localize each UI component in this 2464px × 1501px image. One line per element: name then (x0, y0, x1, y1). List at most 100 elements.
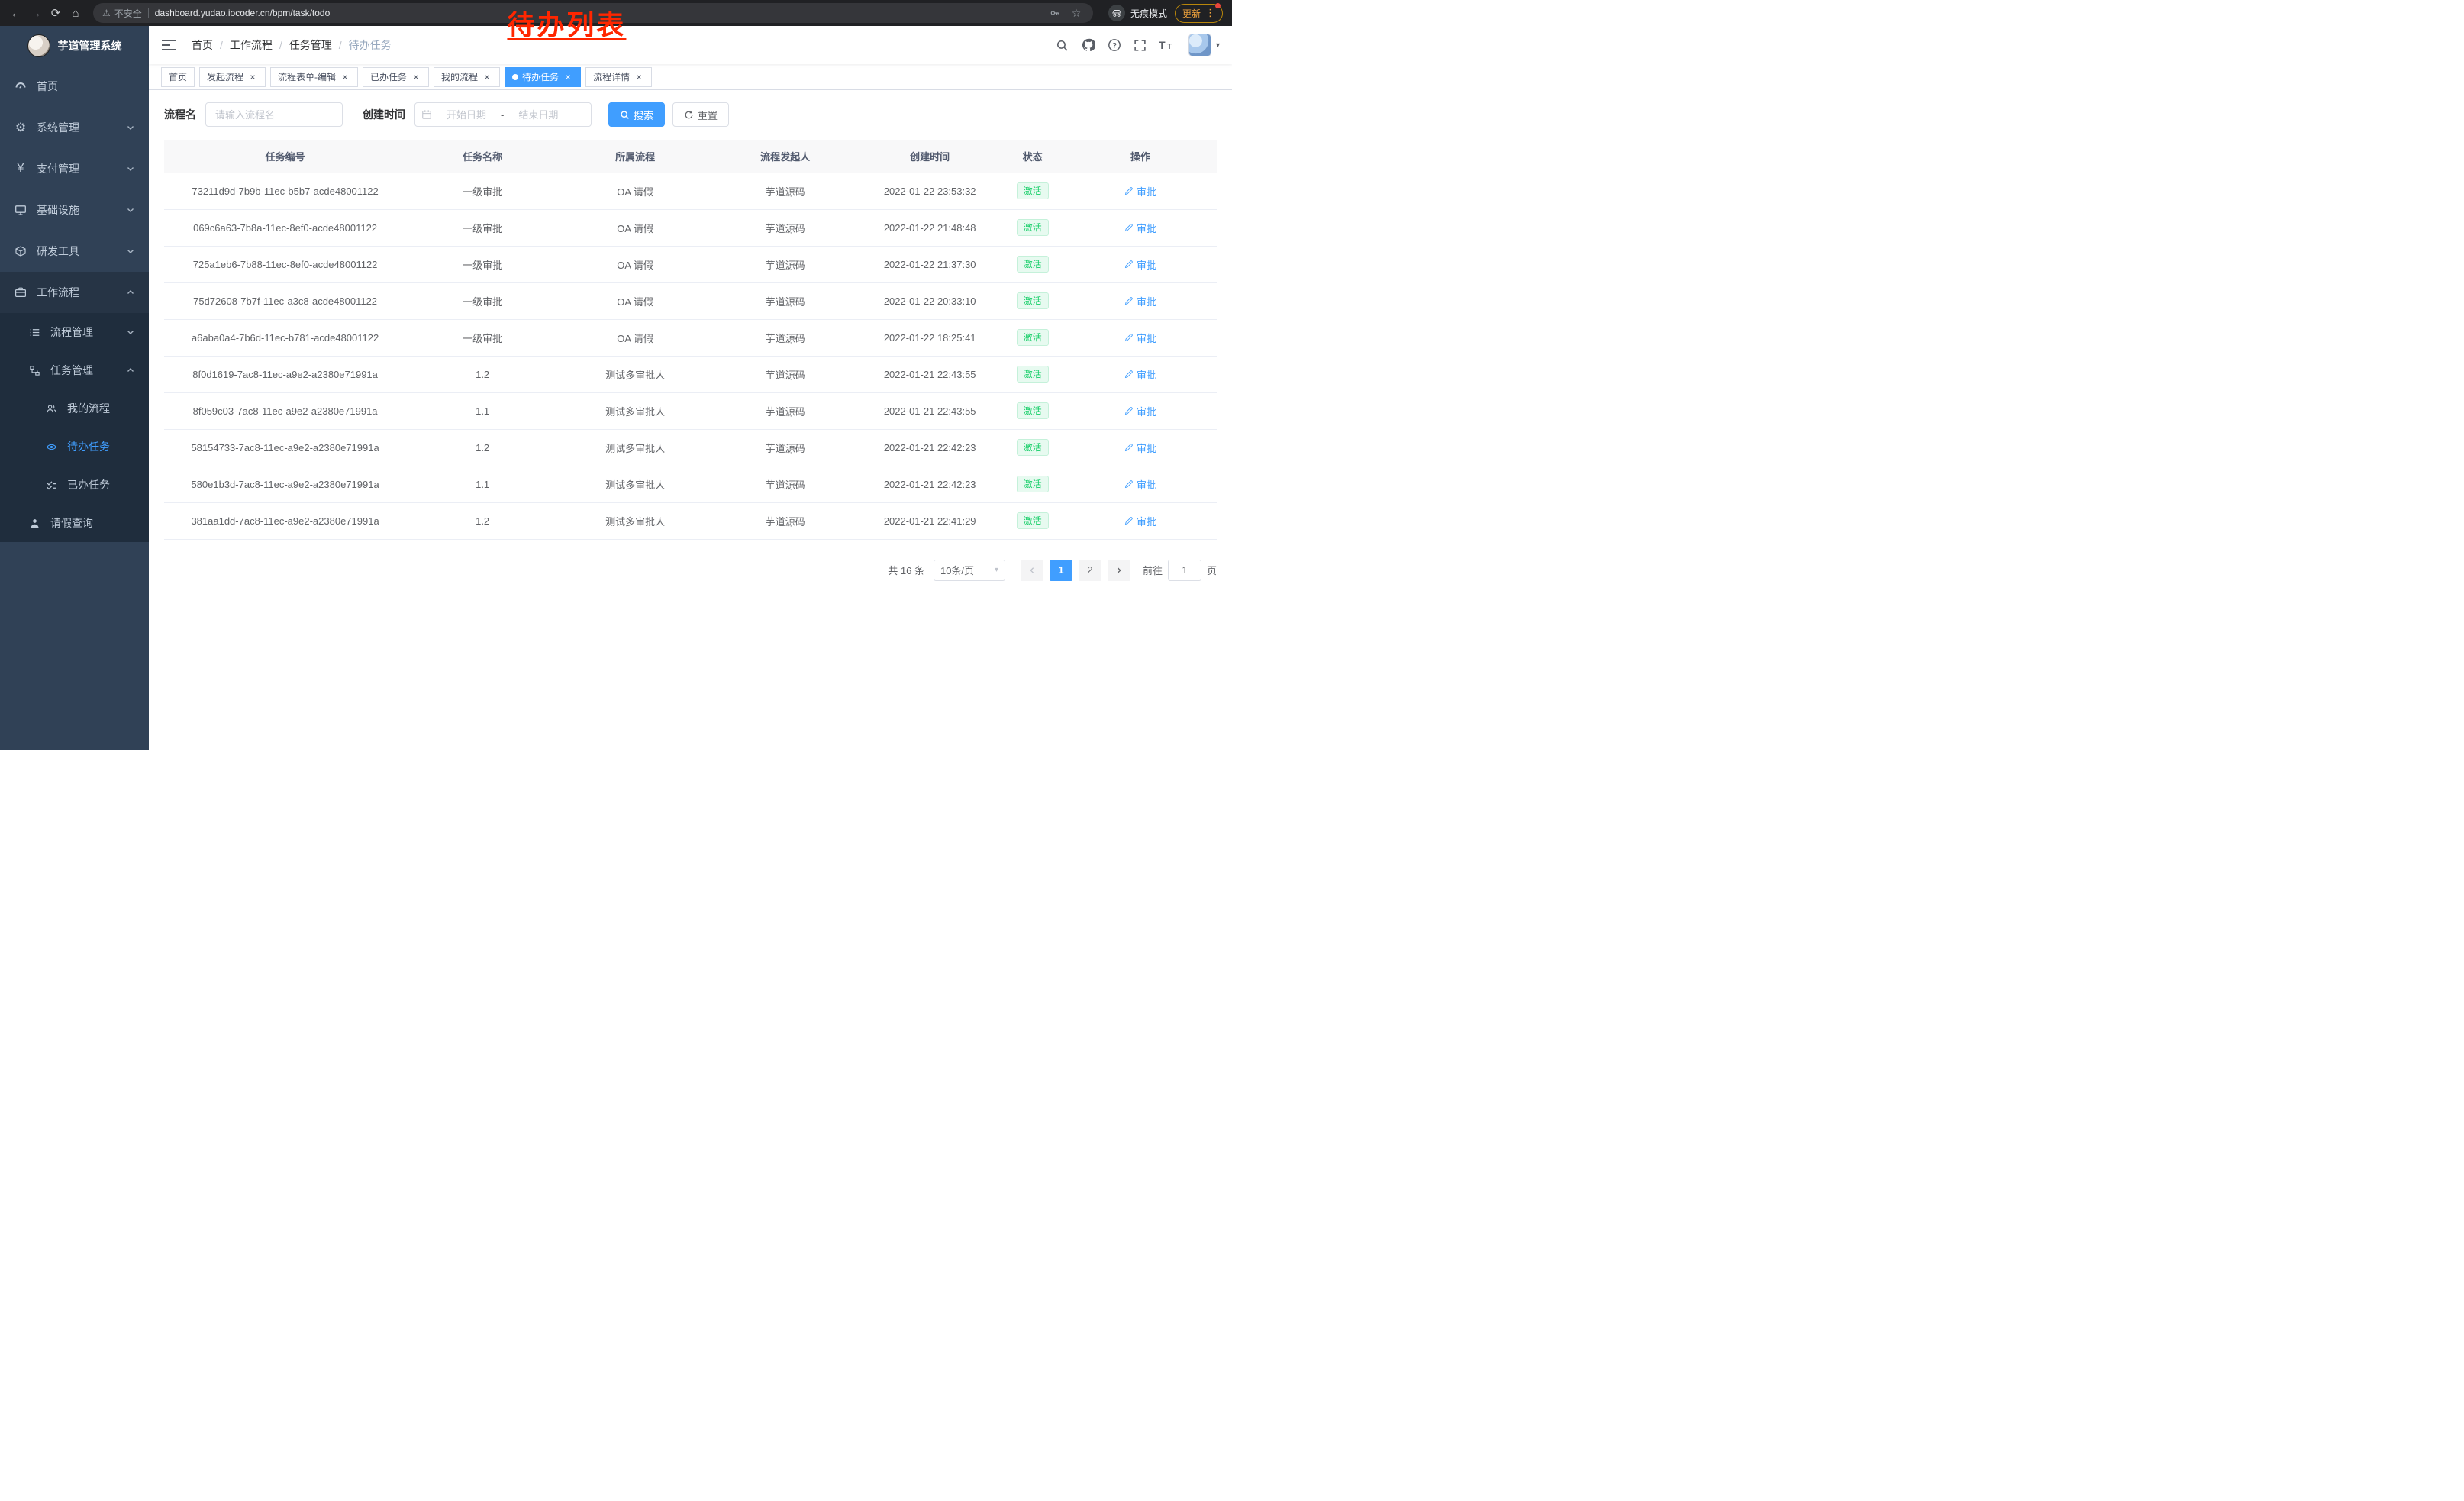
cell-actions: 审批 (1064, 319, 1217, 356)
goto-suffix: 页 (1207, 563, 1217, 577)
sidebar-item-leave-query[interactable]: 请假查询 (0, 504, 149, 542)
table-row: a6aba0a4-7b6d-11ec-b781-acde48001122 一级审… (164, 319, 1217, 356)
approve-link[interactable]: 审批 (1124, 441, 1156, 455)
sidebar-item-infrastructure[interactable]: 基础设施 (0, 189, 149, 231)
sidebar-item-workflow[interactable]: 工作流程 (0, 272, 149, 313)
table-row: 069c6a63-7b8a-11ec-8ef0-acde48001122 一级审… (164, 209, 1217, 246)
cell-actions: 审批 (1064, 392, 1217, 429)
approve-link[interactable]: 审批 (1124, 221, 1156, 235)
edit-icon (1124, 186, 1134, 195)
user-menu[interactable]: ▾ (1188, 34, 1220, 56)
breadcrumb-workflow[interactable]: 工作流程 (230, 37, 273, 53)
breadcrumb-task-management[interactable]: 任务管理 (289, 37, 332, 53)
breadcrumb: 首页 / 工作流程 / 任务管理 / 待办任务 (192, 37, 392, 53)
tab-my-processes[interactable]: 我的流程 × (434, 67, 500, 87)
tags-view-bar: 首页 发起流程 × 流程表单-编辑 × 已办任务 × (149, 64, 1232, 90)
close-icon[interactable]: × (482, 72, 492, 82)
tab-done-tasks[interactable]: 已办任务 × (363, 67, 429, 87)
app-root: 芋道管理系统 首页 ⚙ 系统管理 ¥ 支付管理 (0, 26, 1232, 750)
table-row: 8f059c03-7ac8-11ec-a9e2-a2380e71991a 1.1… (164, 392, 1217, 429)
tab-process-detail[interactable]: 流程详情 × (585, 67, 652, 87)
date-range-picker[interactable]: - (414, 102, 592, 127)
approve-link[interactable]: 审批 (1124, 477, 1156, 492)
cell-initiator: 芋道源码 (711, 392, 859, 429)
end-date-input[interactable] (507, 109, 569, 121)
cell-actions: 审批 (1064, 246, 1217, 282)
update-button[interactable]: 更新 ⋮ (1175, 4, 1223, 23)
search-button[interactable]: 搜索 (608, 102, 665, 127)
status-badge: 激活 (1017, 476, 1049, 492)
prev-page-button[interactable] (1021, 560, 1043, 581)
cell-actions: 审批 (1064, 282, 1217, 319)
reload-button[interactable]: ⟳ (46, 3, 66, 23)
sidebar-toggle[interactable] (161, 37, 178, 53)
process-name-input[interactable] (205, 102, 343, 127)
back-icon: ← (11, 7, 22, 20)
tab-process-form-edit[interactable]: 流程表单-编辑 × (270, 67, 358, 87)
refresh-icon (684, 110, 694, 120)
fullscreen-icon[interactable] (1129, 34, 1152, 56)
reset-button[interactable]: 重置 (672, 102, 729, 127)
approve-link[interactable]: 审批 (1124, 331, 1156, 345)
cell-create-time: 2022-01-22 18:25:41 (859, 319, 1001, 356)
approve-link[interactable]: 审批 (1124, 184, 1156, 199)
page-button-2[interactable]: 2 (1079, 560, 1101, 581)
font-size-icon[interactable]: TT (1155, 34, 1178, 56)
sidebar-item-payment[interactable]: ¥ 支付管理 (0, 148, 149, 189)
page-button-1[interactable]: 1 (1050, 560, 1072, 581)
sidebar-item-todo-tasks[interactable]: 待办任务 (0, 428, 149, 466)
eye-icon (44, 441, 58, 453)
caret-down-icon: ▾ (995, 566, 998, 574)
cell-process: 测试多审批人 (559, 502, 711, 539)
range-separator: - (501, 109, 504, 121)
approve-link[interactable]: 审批 (1124, 404, 1156, 418)
incognito-badge[interactable]: 无痕模式 (1108, 5, 1167, 21)
help-icon[interactable]: ? (1103, 34, 1126, 56)
bookmark-star-icon[interactable]: ☆ (1069, 7, 1084, 20)
url-text: dashboard.yudao.iocoder.cn/bpm/task/todo (155, 8, 331, 18)
sidebar-item-process-management[interactable]: 流程管理 (0, 313, 149, 351)
close-icon[interactable]: × (340, 72, 350, 82)
cell-create-time: 2022-01-21 22:42:23 (859, 466, 1001, 502)
close-icon[interactable]: × (563, 72, 573, 82)
cell-create-time: 2022-01-21 22:41:29 (859, 502, 1001, 539)
key-icon[interactable] (1047, 8, 1063, 18)
tab-todo-tasks[interactable]: 待办任务 × (505, 67, 581, 87)
person-icon (27, 518, 41, 529)
status-badge: 激活 (1017, 439, 1049, 456)
next-page-button[interactable] (1108, 560, 1130, 581)
github-icon[interactable] (1077, 34, 1100, 56)
cell-process: OA 请假 (559, 209, 711, 246)
tab-start-process[interactable]: 发起流程 × (199, 67, 266, 87)
app-logo[interactable]: 芋道管理系统 (0, 26, 149, 66)
close-icon[interactable]: × (411, 72, 421, 82)
sidebar-item-home[interactable]: 首页 (0, 66, 149, 107)
tab-home[interactable]: 首页 (161, 67, 195, 87)
approve-link[interactable]: 审批 (1124, 294, 1156, 308)
forward-button[interactable]: → (26, 3, 46, 23)
search-icon[interactable] (1051, 34, 1074, 56)
page-size-select[interactable]: 10条/页 ▾ (934, 560, 1005, 581)
sidebar-item-system[interactable]: ⚙ 系统管理 (0, 107, 149, 148)
approve-link[interactable]: 审批 (1124, 367, 1156, 382)
sidebar-item-done-tasks[interactable]: 已办任务 (0, 466, 149, 504)
home-button[interactable]: ⌂ (66, 3, 85, 23)
edit-icon (1124, 443, 1134, 452)
start-date-input[interactable] (435, 109, 498, 121)
cell-status: 激活 (1001, 356, 1064, 392)
cell-initiator: 芋道源码 (711, 173, 859, 209)
edit-icon (1124, 333, 1134, 342)
list-icon (27, 327, 41, 338)
close-icon[interactable]: × (247, 72, 258, 82)
sidebar-item-task-management[interactable]: 任务管理 (0, 351, 149, 389)
approve-link[interactable]: 审批 (1124, 257, 1156, 272)
back-button[interactable]: ← (6, 3, 26, 23)
browser-menu-kebab-icon[interactable]: ⋮ (1205, 7, 1215, 19)
close-icon[interactable]: × (634, 72, 644, 82)
breadcrumb-home[interactable]: 首页 (192, 37, 213, 53)
sidebar-item-devtools[interactable]: 研发工具 (0, 231, 149, 272)
address-bar[interactable]: ⚠ 不安全 dashboard.yudao.iocoder.cn/bpm/tas… (93, 3, 1093, 23)
sidebar-item-my-processes[interactable]: 我的流程 (0, 389, 149, 428)
approve-link[interactable]: 审批 (1124, 514, 1156, 528)
goto-page-input[interactable] (1168, 560, 1201, 581)
